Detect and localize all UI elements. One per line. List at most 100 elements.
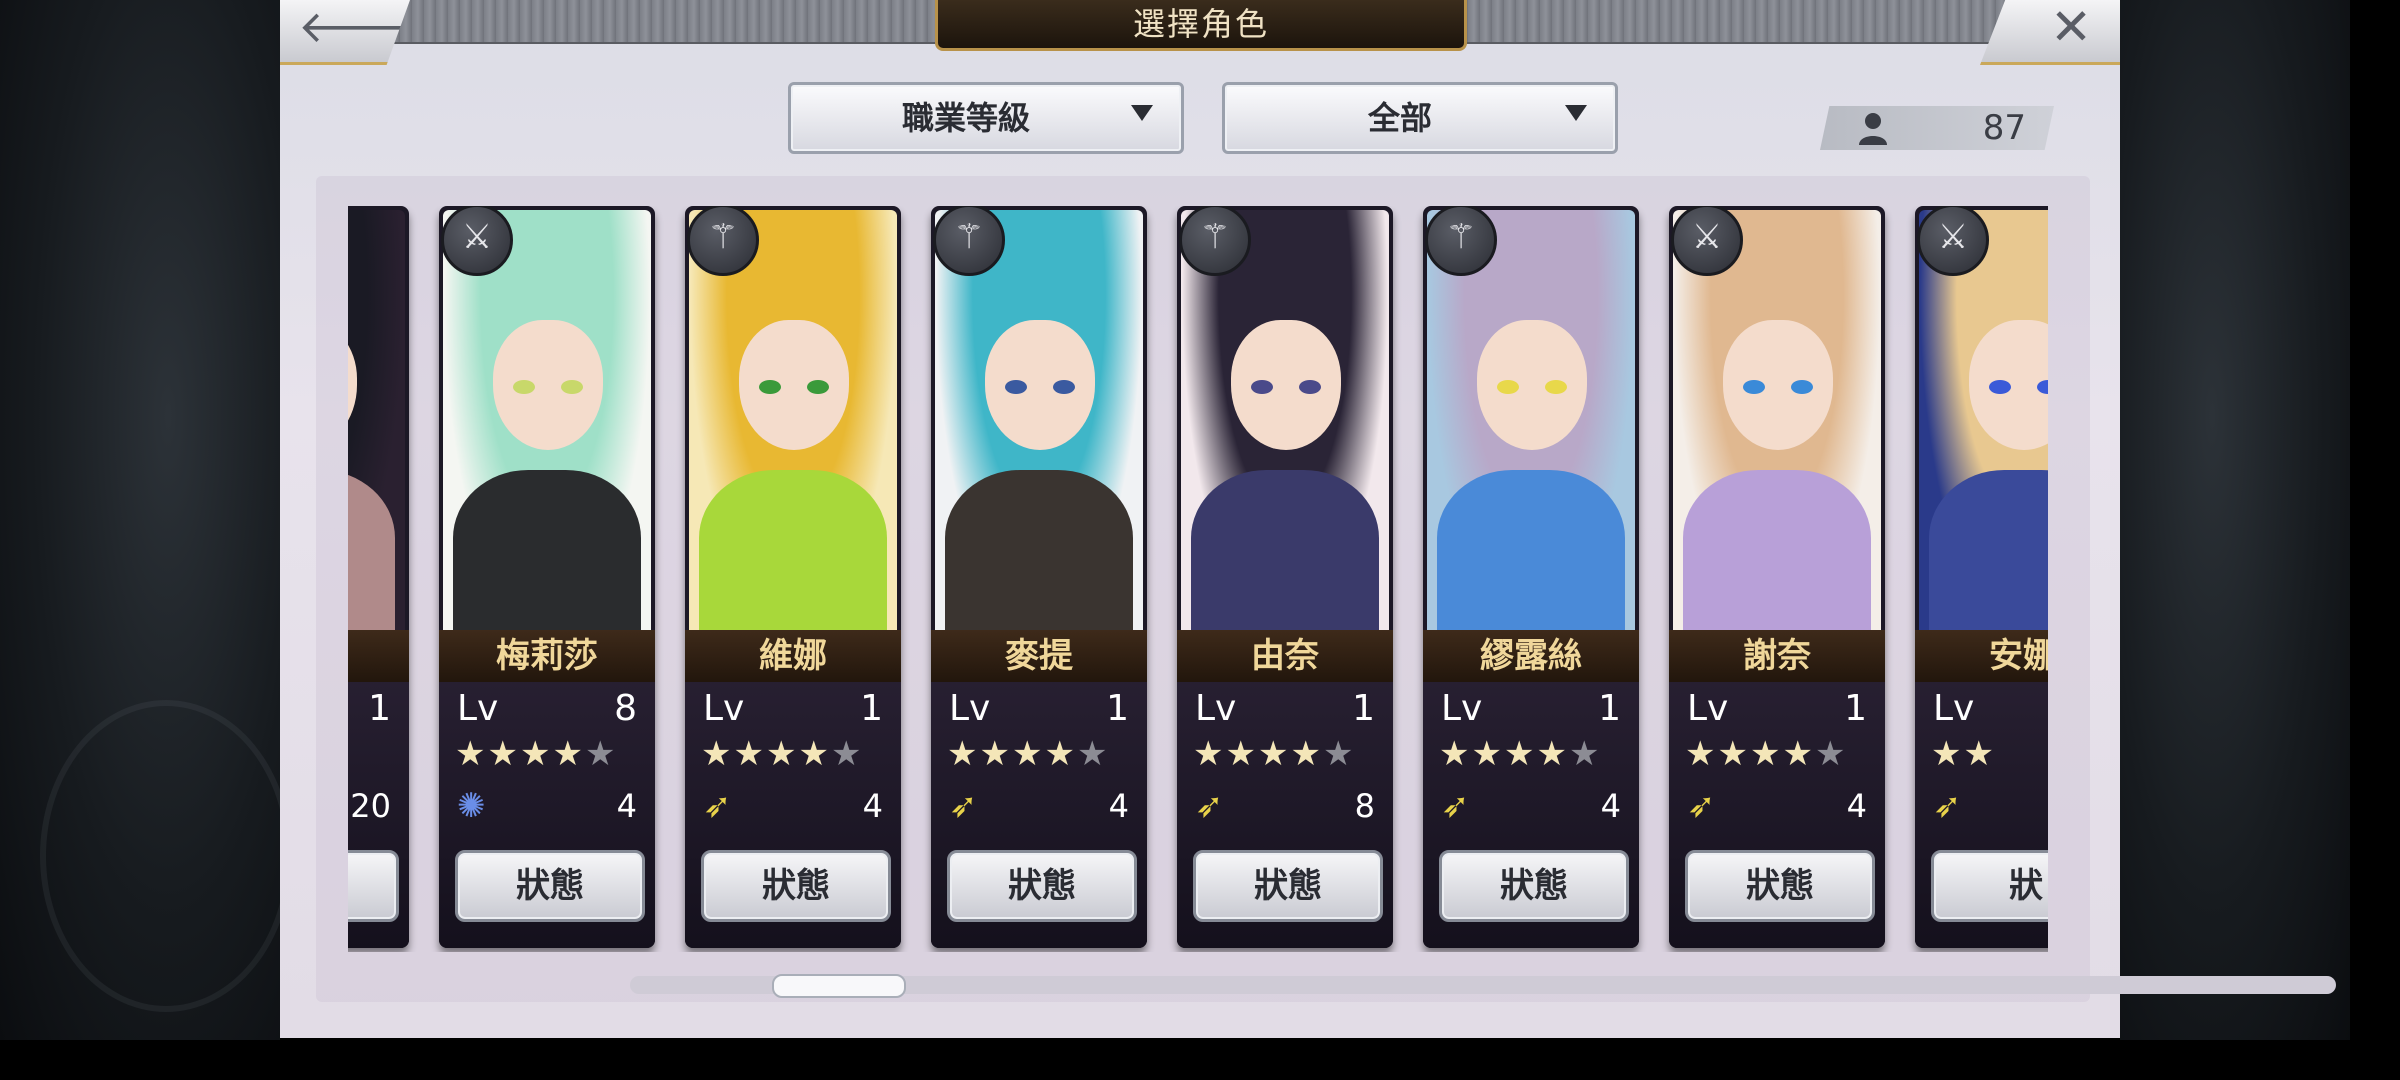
status-button[interactable]: 狀態 [1685,850,1875,922]
star-icon: ★ [1568,734,1602,774]
character-stats: Lv 8 ★★★★★ ✺ 4 狀態 [439,682,655,948]
level-label: Lv [1933,688,1975,729]
element-value: 20 [350,787,391,825]
level-label: Lv [949,688,991,729]
portrait-eye [759,380,781,394]
character-stats: Lv 1 ★★★★★ ➶ 4 狀態 [1669,682,1885,948]
character-card[interactable]: ⚚ 由奈 Lv 1 ★★★★★ ➶ 8 狀態 [1177,206,1393,948]
rarity-stars: ★★★★★ [1685,734,1847,774]
star-icon: ★ [1814,734,1848,774]
character-stats: Lv 1 ★★★★★ ➶ 4 狀態 [931,682,1147,948]
portrait-eye [1005,380,1027,394]
status-button[interactable]: 狀態 [701,850,891,922]
character-name: 由奈 [1251,636,1319,676]
name-plate: 麥提 [931,630,1147,682]
horizontal-scrollbar[interactable] [630,974,2336,998]
character-name: 安娜 [1989,636,2048,676]
level-value: 1 [368,688,391,729]
portrait-face [739,320,849,450]
sort-dropdown[interactable]: 職業等級 [788,82,1184,154]
star-icon: ★ [701,734,734,774]
status-button[interactable]: 狀態 [947,850,1137,922]
element-value: 4 [1600,787,1621,825]
character-carousel[interactable]: 月 Lv 1 ★★ ➶ 20 態 ⚔ 梅莉莎 Lv 8 ★★★★★ ✺ [348,206,2048,952]
level-value: 1 [1598,688,1621,729]
portrait-eye [561,380,583,394]
rarity-stars: ★★★★★ [1439,734,1601,774]
character-card[interactable]: ⚚ 麥提 Lv 1 ★★★★★ ➶ 4 狀態 [931,206,1147,948]
character-name: 梅莉莎 [496,636,598,676]
portrait-eye [807,380,829,394]
star-icon: ★ [1225,734,1258,774]
status-button[interactable]: 狀 [1931,850,2048,922]
star-icon: ★ [798,734,831,774]
level-label: Lv [1687,688,1729,729]
portrait-eye [1743,380,1765,394]
staff-class-icon: ⚚ [687,206,759,276]
level-value: 1 [1352,688,1375,729]
character-card[interactable]: ⚚ 維娜 Lv 1 ★★★★★ ➶ 4 狀態 [685,206,901,948]
back-button[interactable]: 🡐 [280,0,410,65]
status-button-label: 狀態 [1008,866,1076,906]
character-name: 繆露絲 [1480,636,1582,676]
wing-icon: ➶ [1441,786,1470,826]
star-icon: ★ [519,734,553,774]
portrait-eye [1053,380,1075,394]
chevron-down-icon [1131,105,1153,121]
wing-icon: ➶ [949,786,978,826]
rarity-stars: ★★★★★ [947,734,1109,774]
star-icon: ★ [765,734,799,774]
star-icon: ★ [979,734,1012,774]
portrait-face [493,320,603,450]
star-icon: ★ [1076,734,1110,774]
portrait-eye [1791,380,1813,394]
status-button[interactable]: 態 [348,850,399,922]
wing-icon: ➶ [1687,786,1716,826]
filter-dropdown-label: 全部 [1367,99,1432,137]
character-card[interactable]: ⚔ 謝奈 Lv 1 ★★★★★ ➶ 4 狀態 [1669,206,1885,948]
wing-icon: ➶ [703,786,732,826]
name-plate: 月 [348,630,409,682]
rarity-stars: ★★★★★ [455,734,617,774]
name-plate: 安娜 [1915,630,2048,682]
scrollbar-thumb[interactable] [772,974,906,998]
level-label: Lv [703,688,745,729]
portrait-eye [513,380,535,394]
bottom-strip [0,1040,2400,1080]
character-card[interactable]: 月 Lv 1 ★★ ➶ 20 態 [348,206,409,948]
portrait-eye [1989,380,2011,394]
star-icon: ★ [487,734,520,774]
title-plate: 選擇角色 [935,0,1467,51]
star-icon: ★ [1322,734,1356,774]
chevron-down-icon [1565,105,1587,121]
portrait-body [1191,470,1379,634]
portrait-eye [1545,380,1567,394]
character-stats: Lv ★★ ➶ 狀 [1915,682,2048,948]
star-icon: ★ [1717,734,1750,774]
sword-class-icon: ⚔ [441,206,513,276]
page-title: 選擇角色 [1132,5,1269,43]
close-icon: ✕ [2050,0,2092,56]
portrait-eye [1299,380,1321,394]
element-value: 4 [1108,787,1129,825]
wing-icon: ➶ [1195,786,1224,826]
status-button-label: 狀態 [516,866,584,906]
status-button-label: 狀態 [1500,866,1568,906]
element-value: 4 [1846,787,1867,825]
status-button-label: 狀態 [1746,866,1814,906]
name-plate: 由奈 [1177,630,1393,682]
name-plate: 維娜 [685,630,901,682]
star-icon: ★ [1471,734,1504,774]
status-button[interactable]: 狀態 [1193,850,1383,922]
character-card[interactable]: ⚚ 繆露絲 Lv 1 ★★★★★ ➶ 4 狀態 [1423,206,1639,948]
star-icon: ★ [1931,734,1964,774]
filter-dropdown[interactable]: 全部 [1222,82,1618,154]
rarity-stars: ★★★★★ [1193,734,1355,774]
status-button[interactable]: 狀態 [455,850,645,922]
status-button[interactable]: 狀態 [1439,850,1629,922]
character-card[interactable]: ⚔ 梅莉莎 Lv 8 ★★★★★ ✺ 4 狀態 [439,206,655,948]
character-name: 月 [348,630,409,682]
portrait-body [1683,470,1871,634]
character-card[interactable]: ⚔ 安娜 Lv ★★ ➶ 狀 [1915,206,2048,948]
sword-class-icon: ⚔ [1917,206,1989,276]
